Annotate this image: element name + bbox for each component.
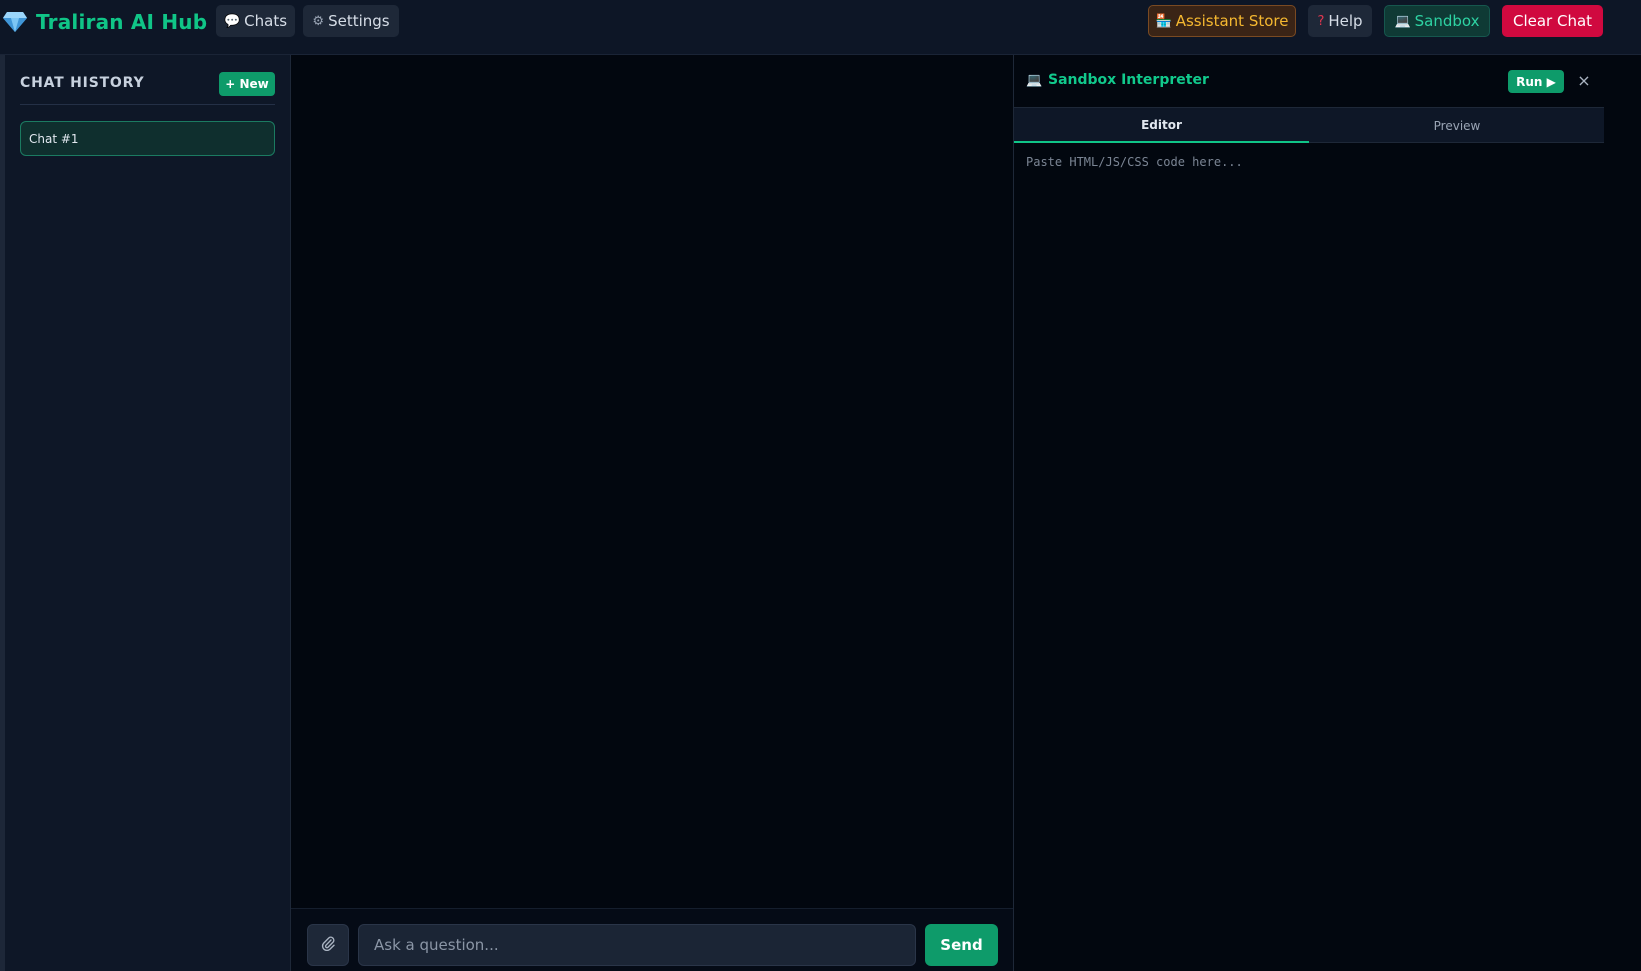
sandbox-header: 💻 Sandbox Interpreter Run ▶ × xyxy=(1014,55,1605,107)
nav-chats-button[interactable]: 💬 Chats xyxy=(216,5,295,37)
sandbox-title: Sandbox Interpreter xyxy=(1048,72,1209,88)
sandbox-panel: 💻 Sandbox Interpreter Run ▶ × Editor Pre… xyxy=(1013,55,1605,971)
laptop-icon: 💻 xyxy=(1026,73,1043,88)
store-icon: 🏪 xyxy=(1155,13,1172,29)
close-icon: × xyxy=(1577,70,1591,90)
gem-icon xyxy=(2,11,28,33)
chat-history-title: CHAT HISTORY xyxy=(20,75,145,91)
help-button[interactable]: ? Help xyxy=(1308,5,1372,37)
chat-history-item-label: Chat #1 xyxy=(29,131,79,146)
tab-editor[interactable]: Editor xyxy=(1014,108,1309,143)
sandbox-toggle-button[interactable]: 💻 Sandbox xyxy=(1384,5,1490,37)
chat-history-item[interactable]: Chat #1 xyxy=(20,121,275,156)
speech-bubble-icon: 💬 xyxy=(223,13,241,29)
send-button[interactable]: Send xyxy=(925,924,998,966)
gear-icon: ⚙ xyxy=(312,13,325,29)
nav-settings-button[interactable]: ⚙ Settings xyxy=(303,5,399,37)
right-gutter xyxy=(1604,55,1641,971)
clear-chat-button[interactable]: Clear Chat xyxy=(1502,5,1603,37)
sandbox-tabs: Editor Preview xyxy=(1014,107,1605,143)
code-editor[interactable] xyxy=(1014,143,1605,971)
sidebar-divider xyxy=(20,104,275,105)
nav-settings-label: Settings xyxy=(328,12,390,30)
question-icon: ? xyxy=(1317,13,1325,29)
brand[interactable]: Traliran AI Hub xyxy=(2,7,207,37)
assistant-store-label: Assistant Store xyxy=(1175,12,1289,30)
laptop-icon: 💻 xyxy=(1394,13,1411,29)
paperclip-icon xyxy=(320,935,336,955)
brand-title: Traliran AI Hub xyxy=(36,10,208,34)
tab-preview[interactable]: Preview xyxy=(1309,108,1605,143)
help-label: Help xyxy=(1328,12,1363,30)
run-button[interactable]: Run ▶ xyxy=(1508,70,1564,93)
attach-button[interactable] xyxy=(307,924,349,966)
sandbox-toggle-label: Sandbox xyxy=(1414,12,1480,30)
chat-history-sidebar: CHAT HISTORY + New Chat #1 xyxy=(5,55,291,971)
composer-bar: Send xyxy=(291,908,1013,971)
top-bar: Traliran AI Hub 💬 Chats ⚙ Settings 🏪 Ass… xyxy=(0,0,1641,55)
ask-question-input[interactable] xyxy=(358,924,916,966)
close-sandbox-button[interactable]: × xyxy=(1574,68,1594,92)
assistant-store-button[interactable]: 🏪 Assistant Store xyxy=(1148,5,1296,37)
nav-chats-label: Chats xyxy=(244,12,288,30)
chat-main-area: Send xyxy=(291,55,1013,971)
new-chat-button[interactable]: + New xyxy=(219,72,275,96)
